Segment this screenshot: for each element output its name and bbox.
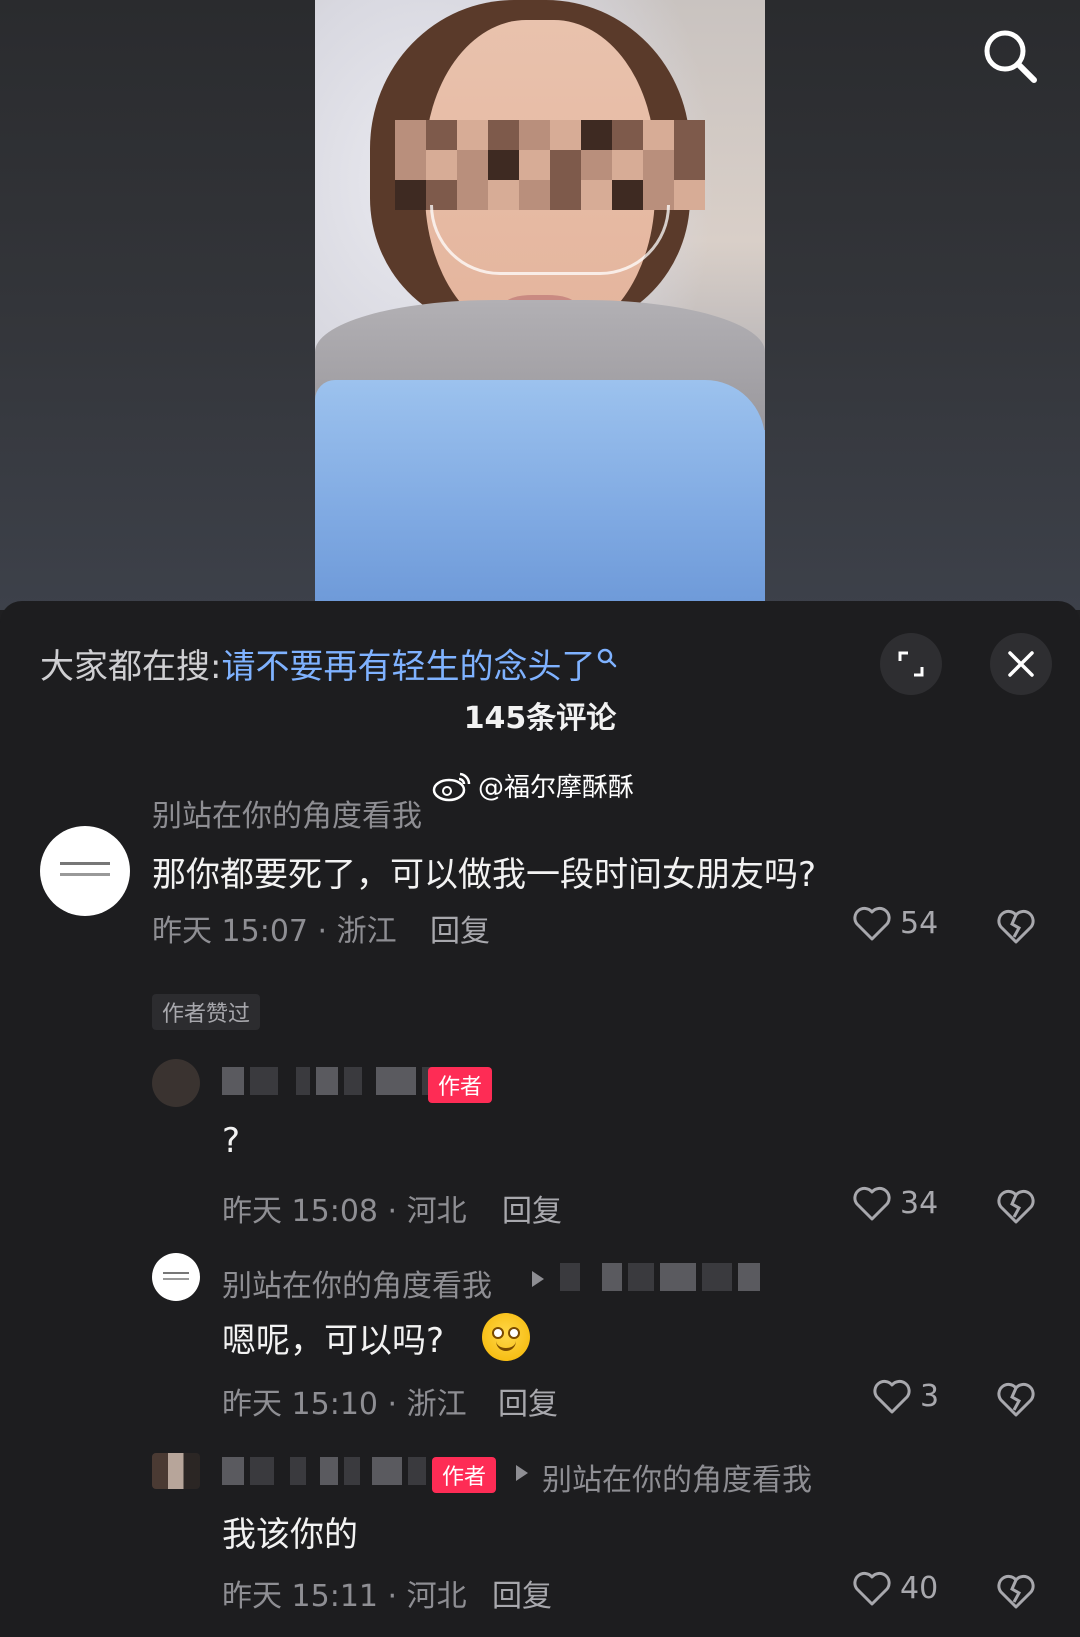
video-player[interactable] bbox=[0, 0, 1080, 610]
close-icon bbox=[1008, 651, 1034, 677]
search-icon bbox=[984, 30, 1037, 83]
like-count: 54 bbox=[900, 905, 939, 941]
broken-heart-icon bbox=[997, 1574, 1035, 1609]
reply-to-arrow-icon bbox=[516, 1465, 528, 1481]
like-count: 3 bbox=[920, 1378, 940, 1414]
author-badge: 作者 bbox=[428, 1067, 493, 1103]
reply-text: 我该你的 bbox=[222, 1515, 358, 1555]
reply-button[interactable]: 回复 bbox=[430, 906, 490, 950]
blurred-username bbox=[222, 1457, 426, 1485]
broken-heart-icon bbox=[997, 1382, 1035, 1417]
face-mosaic bbox=[395, 120, 705, 210]
hot-search-query[interactable]: 请不要再有轻生的念头了 bbox=[221, 647, 595, 687]
dislike-button[interactable] bbox=[996, 1572, 1036, 1614]
reply-button[interactable]: 回复 bbox=[498, 1379, 558, 1423]
avatar[interactable] bbox=[152, 1253, 200, 1301]
comment-time-location: 昨天 15:07 · 浙江 bbox=[152, 914, 397, 949]
comment-panel: 大家都在搜:请不要再有轻生的念头了 145条评论 @福尔摩酥酥 别站在你的角度看… bbox=[0, 601, 1080, 1637]
nasal-tube bbox=[430, 205, 670, 275]
reply-username[interactable]: 别站在你的角度看我 bbox=[222, 1261, 492, 1305]
smiling-emoji-icon bbox=[482, 1313, 530, 1361]
reply-to-arrow-icon bbox=[532, 1271, 544, 1287]
blurred-username bbox=[222, 1067, 456, 1095]
hot-search-prefix: 大家都在搜: bbox=[40, 647, 222, 687]
heart-icon bbox=[873, 1379, 911, 1414]
expand-button[interactable] bbox=[880, 633, 942, 695]
avatar[interactable] bbox=[40, 826, 130, 916]
search-button[interactable] bbox=[980, 26, 1040, 86]
reply-time-location: 昨天 15:10 · 浙江 bbox=[222, 1387, 467, 1422]
blanket bbox=[315, 380, 765, 603]
reply-text: 嗯呢，可以吗? bbox=[222, 1321, 445, 1361]
author-badge: 作者 bbox=[432, 1457, 497, 1493]
reply-text: ? bbox=[222, 1121, 241, 1161]
like-button[interactable]: 54 bbox=[852, 904, 938, 942]
like-button[interactable]: 34 bbox=[852, 1184, 938, 1222]
author-liked-badge: 作者赞过 bbox=[152, 994, 261, 1030]
dislike-button[interactable] bbox=[996, 1187, 1036, 1229]
comment-username[interactable]: 别站在你的角度看我 bbox=[152, 791, 422, 835]
broken-heart-icon bbox=[997, 909, 1035, 944]
small-search-icon bbox=[597, 639, 617, 679]
heart-icon bbox=[853, 906, 891, 941]
reply-time-location: 昨天 15:08 · 河北 bbox=[222, 1194, 467, 1229]
comment-count: 145条评论 bbox=[463, 701, 617, 736]
avatar[interactable] bbox=[152, 1453, 200, 1489]
dislike-button[interactable] bbox=[996, 1380, 1036, 1422]
expand-icon bbox=[898, 651, 924, 677]
avatar[interactable] bbox=[152, 1059, 200, 1107]
like-count: 40 bbox=[900, 1570, 939, 1606]
like-button[interactable]: 40 bbox=[852, 1569, 938, 1607]
reply-to-username[interactable]: 别站在你的角度看我 bbox=[542, 1455, 812, 1499]
like-button[interactable]: 3 bbox=[872, 1377, 939, 1415]
reply-button[interactable]: 回复 bbox=[492, 1571, 552, 1615]
like-count: 34 bbox=[900, 1185, 939, 1221]
heart-icon bbox=[853, 1571, 891, 1606]
video-frame bbox=[315, 0, 765, 603]
blurred-reply-target bbox=[560, 1263, 760, 1291]
weibo-icon bbox=[432, 772, 471, 801]
comment-text: 那你都要死了，可以做我一段时间女朋友吗? bbox=[152, 855, 817, 895]
watermark: @福尔摩酥酥 bbox=[432, 767, 634, 804]
close-button[interactable] bbox=[990, 633, 1052, 695]
hot-search-hint[interactable]: 大家都在搜:请不要再有轻生的念头了 bbox=[40, 639, 617, 688]
broken-heart-icon bbox=[997, 1189, 1035, 1224]
reply-time-location: 昨天 15:11 · 河北 bbox=[222, 1579, 467, 1614]
reply-button[interactable]: 回复 bbox=[502, 1186, 562, 1230]
heart-icon bbox=[853, 1186, 891, 1221]
dislike-button[interactable] bbox=[996, 907, 1036, 949]
watermark-text: @福尔摩酥酥 bbox=[478, 773, 635, 803]
